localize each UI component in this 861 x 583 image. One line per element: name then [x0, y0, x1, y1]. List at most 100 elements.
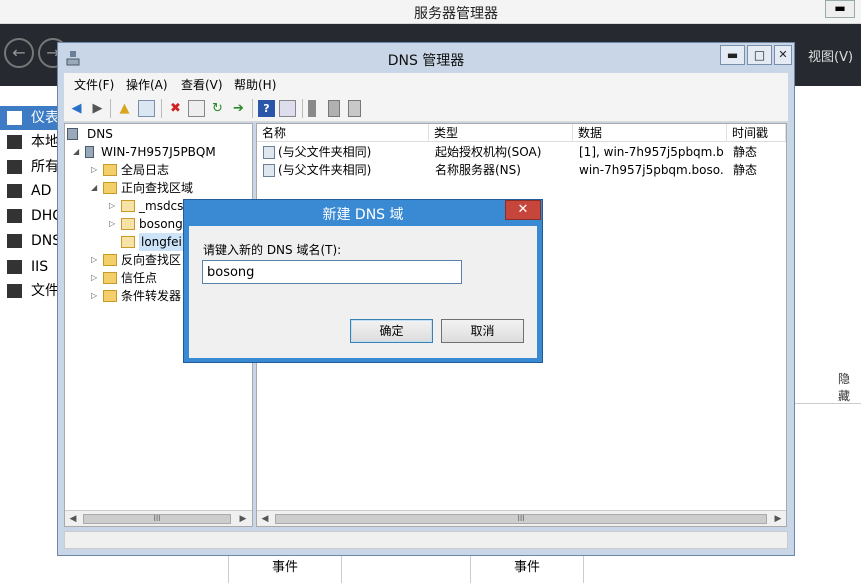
sidebar-item-iis[interactable]: IIS: [0, 255, 58, 279]
table-row[interactable]: (与父文件夹相同) 起始授权机构(SOA) [1], win-7h957j5pb…: [257, 143, 786, 161]
cell-name: (与父文件夹相同): [278, 145, 372, 159]
cell-type: 名称服务器(NS): [435, 163, 521, 177]
domain-name-input[interactable]: [202, 260, 462, 284]
tree-horizontal-scrollbar[interactable]: ◀ III ▶: [65, 510, 252, 526]
back-icon[interactable]: ◀: [68, 100, 85, 117]
close-button[interactable]: ✕: [774, 45, 792, 65]
sidebar-item-local[interactable]: 本地: [0, 130, 58, 154]
sidebar-item-dhcp[interactable]: DHC: [0, 204, 58, 228]
collapse-arrow-icon[interactable]: ◢: [91, 179, 101, 197]
list-header: 名称 类型 数据 时间戳: [257, 124, 786, 142]
properties-icon[interactable]: [188, 100, 205, 117]
dns-icon: [7, 234, 22, 248]
list-horizontal-scrollbar[interactable]: ◀ III ▶: [257, 510, 786, 526]
sidebar-item-dns[interactable]: DNS: [0, 229, 58, 253]
folder-icon: [103, 164, 117, 176]
dialog-close-button[interactable]: ✕: [505, 200, 541, 220]
back-button[interactable]: ←: [4, 38, 34, 68]
sidebar-item-label: 本地: [31, 134, 58, 150]
servers-icon: [7, 160, 22, 174]
hide-link[interactable]: 隐藏: [838, 370, 861, 404]
server-icon[interactable]: [348, 100, 361, 117]
show-hide-tree-icon[interactable]: [138, 100, 155, 117]
menu-view[interactable]: 查看(V): [181, 76, 223, 93]
iis-icon: [7, 260, 22, 274]
toolbar: ◀ ▶ ▲ ✖ ↻ ➔ ?: [64, 95, 788, 122]
tree-node-label: 信任点: [121, 271, 158, 285]
sidebar-item-dashboard[interactable]: 仪表: [0, 106, 58, 130]
expand-arrow-icon[interactable]: ▷: [109, 215, 119, 233]
sidebar-item-ad[interactable]: AD D: [0, 179, 58, 203]
sidebar-item-label: AD D: [31, 183, 58, 199]
scroll-left-icon[interactable]: ◀: [258, 511, 272, 526]
folder-icon: [103, 290, 117, 302]
record-icon: [263, 164, 275, 177]
menu-action[interactable]: 操作(A): [126, 76, 168, 93]
files-icon: [7, 284, 22, 298]
menu-help[interactable]: 帮助(H): [234, 76, 276, 93]
record-icon[interactable]: [308, 100, 316, 117]
zone-icon[interactable]: [328, 100, 340, 117]
sidebar-item-label: DHC: [31, 208, 58, 224]
minimize-button[interactable]: ▬: [720, 45, 745, 65]
zone-icon: [121, 236, 135, 248]
column-header-name[interactable]: 名称: [257, 124, 429, 142]
zone-icon: [121, 200, 135, 212]
scroll-left-icon[interactable]: ◀: [66, 511, 80, 526]
console-icon[interactable]: [279, 100, 296, 117]
server-manager-title: 服务器管理器: [414, 6, 498, 22]
up-folder-icon[interactable]: ▲: [116, 100, 133, 117]
dialog-body: 请键入新的 DNS 域名(T): 确定 取消: [189, 226, 537, 358]
sidebar-item-all-servers[interactable]: 所有: [0, 155, 58, 179]
scroll-thumb[interactable]: III: [275, 514, 767, 524]
sidebar-item-files[interactable]: 文件: [0, 279, 58, 303]
view-menu[interactable]: 视图(V): [808, 46, 853, 65]
menu-file[interactable]: 文件(F): [74, 76, 114, 93]
server-manager-minimize-button[interactable]: ▬: [825, 0, 855, 18]
expand-arrow-icon[interactable]: ▷: [91, 287, 101, 305]
scroll-right-icon[interactable]: ▶: [236, 511, 250, 526]
export-icon[interactable]: ➔: [230, 100, 247, 117]
expand-arrow-icon[interactable]: ▷: [109, 197, 119, 215]
expand-arrow-icon[interactable]: ▷: [91, 161, 101, 179]
expand-arrow-icon[interactable]: ▷: [91, 269, 101, 287]
ok-button[interactable]: 确定: [350, 319, 433, 343]
tree-node-label: longfei: [139, 233, 184, 251]
tree-node-label: bosong: [139, 217, 183, 231]
domain-name-label: 请键入新的 DNS 域名(T):: [203, 243, 342, 257]
table-row[interactable]: (与父文件夹相同) 名称服务器(NS) win-7h957j5pbqm.boso…: [257, 161, 786, 179]
scroll-thumb[interactable]: III: [83, 514, 231, 524]
collapse-arrow-icon[interactable]: ◢: [73, 143, 83, 161]
server-manager-titlebar: 服务器管理器 ▬: [0, 0, 861, 24]
divider: [795, 403, 861, 404]
tree-node-label: WIN-7H957J5PBQM: [101, 145, 216, 159]
maximize-button[interactable]: □: [747, 45, 772, 65]
scroll-right-icon[interactable]: ▶: [771, 511, 785, 526]
tree-node-label: 条件转发器: [121, 289, 182, 303]
column-header-timestamp[interactable]: 时间戳: [727, 124, 786, 142]
events-panel-header: 事件: [228, 556, 342, 583]
column-header-type[interactable]: 类型: [429, 124, 573, 142]
delete-icon[interactable]: ✖: [167, 100, 184, 117]
expand-arrow-icon[interactable]: ▷: [91, 251, 101, 269]
toolbar-separator: [252, 99, 253, 118]
column-header-data[interactable]: 数据: [573, 124, 727, 142]
cancel-button[interactable]: 取消: [441, 319, 524, 343]
toolbar-separator: [110, 99, 111, 118]
tree-node-label: 反向查找区: [121, 253, 182, 267]
new-dns-domain-dialog: 新建 DNS 域 ✕ 请键入新的 DNS 域名(T): 确定 取消: [183, 199, 543, 363]
forward-icon[interactable]: ▶: [89, 100, 106, 117]
help-icon[interactable]: ?: [258, 100, 275, 117]
dhcp-icon: [7, 209, 22, 223]
refresh-icon[interactable]: ↻: [209, 100, 226, 117]
cell-type: 起始授权机构(SOA): [435, 145, 542, 159]
toolbar-separator: [161, 99, 162, 118]
dns-manager-titlebar[interactable]: DNS 管理器 ▬ □ ✕: [58, 43, 794, 73]
sidebar-item-label: 仪表: [31, 110, 58, 126]
tree-node-label: 全局日志: [121, 163, 170, 177]
server-manager-bottom: [0, 556, 861, 583]
sidebar-item-label: DNS: [31, 233, 58, 249]
tree-node-label: DNS: [87, 127, 113, 141]
sidebar-item-label: 所有: [31, 159, 58, 175]
sidebar-item-label: 文件: [31, 283, 58, 299]
